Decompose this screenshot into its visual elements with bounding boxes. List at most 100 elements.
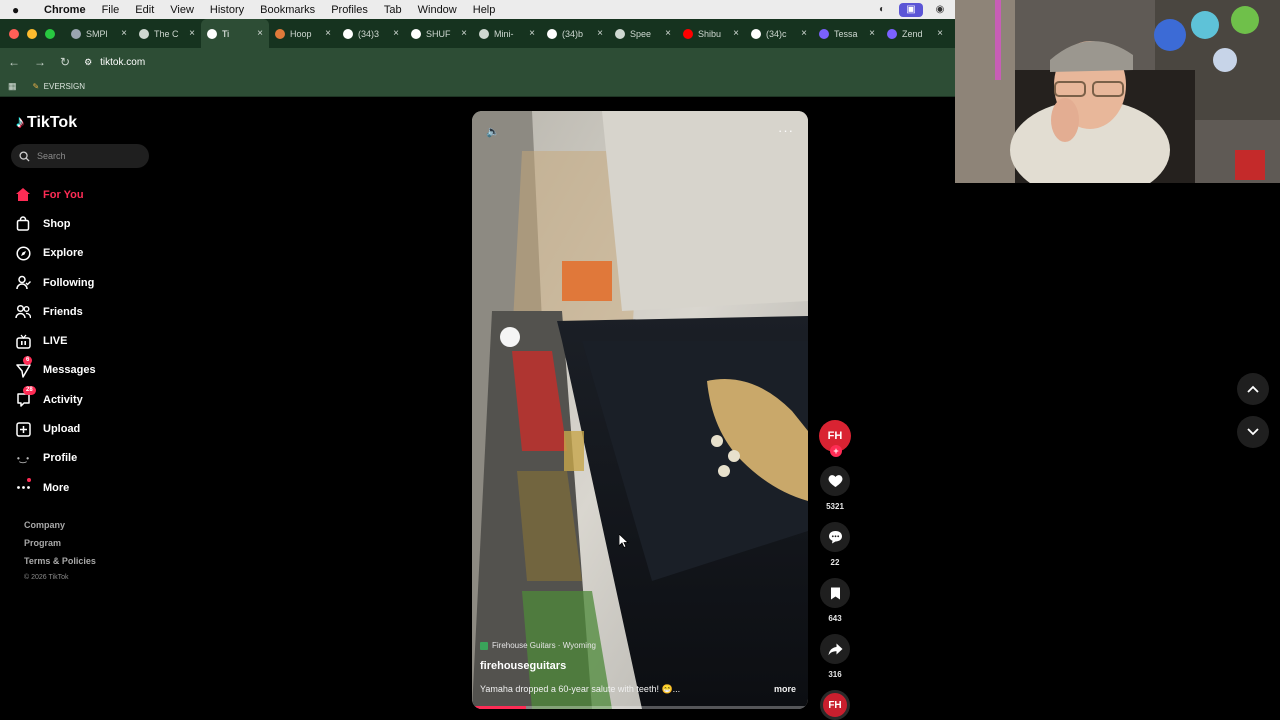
browser-tab[interactable]: Tessa × — [813, 19, 881, 48]
browser-tab[interactable]: Mini- × — [473, 19, 541, 48]
caption-more-button[interactable]: more — [774, 684, 800, 695]
menu-help[interactable]: Help — [465, 4, 504, 16]
browser-tab[interactable]: Zend × — [881, 19, 949, 48]
back-arrow-icon[interactable]: ← — [8, 55, 20, 69]
video-options-icon[interactable]: ··· — [778, 123, 794, 138]
next-video-button[interactable] — [1237, 416, 1269, 448]
tab-close-icon[interactable]: × — [257, 28, 263, 39]
browser-tab[interactable]: The C × — [133, 19, 201, 48]
search-box[interactable] — [11, 144, 149, 168]
nav-upload[interactable]: Upload — [15, 414, 96, 443]
address-url[interactable]: tiktok.com — [100, 57, 145, 68]
heart-icon[interactable] — [820, 466, 850, 496]
menu-edit[interactable]: Edit — [127, 4, 162, 16]
nav-profile[interactable]: •‿• Profile — [15, 444, 96, 473]
menu-tab[interactable]: Tab — [376, 4, 410, 16]
save-action[interactable]: 643 — [818, 578, 852, 624]
share-arrow-icon[interactable] — [820, 634, 850, 664]
mute-speaker-icon[interactable]: 🔈 — [486, 125, 500, 138]
tab-favicon-icon — [275, 28, 285, 39]
status-theme-icon[interactable]: ◐ — [875, 4, 889, 16]
footer-company-link[interactable]: Company — [24, 520, 96, 538]
people-icon — [15, 304, 31, 320]
like-action[interactable]: 5321 — [818, 466, 852, 512]
reload-icon[interactable]: ↻ — [60, 55, 70, 69]
apps-grid-icon[interactable]: ▦ — [8, 81, 17, 92]
nav-explore[interactable]: Explore — [15, 239, 96, 268]
minimize-window-button[interactable] — [27, 28, 37, 39]
browser-tab[interactable]: Spee × — [609, 19, 677, 48]
share-action[interactable]: 316 — [818, 634, 852, 680]
tab-close-icon[interactable]: × — [325, 28, 331, 39]
tab-close-icon[interactable]: × — [529, 28, 535, 39]
location-tag[interactable]: Firehouse Guitars · Wyoming — [480, 641, 800, 650]
forward-arrow-icon[interactable]: → — [34, 55, 46, 69]
chevron-down-icon — [1247, 428, 1259, 436]
nav-shop[interactable]: Shop — [15, 209, 96, 238]
nav-more[interactable]: More — [15, 473, 96, 502]
menu-app-name[interactable]: Chrome — [36, 4, 94, 16]
nav-label: LIVE — [43, 335, 68, 348]
music-disc-icon[interactable]: FH — [820, 690, 850, 720]
nav-for-you[interactable]: For You — [15, 180, 96, 209]
tab-close-icon[interactable]: × — [937, 28, 943, 39]
video-progress-bar[interactable] — [472, 706, 808, 709]
browser-tab[interactable]: Hoop × — [269, 19, 337, 48]
browser-tab[interactable]: (34)c × — [745, 19, 813, 48]
footer-program-link[interactable]: Program — [24, 538, 96, 556]
comment-action[interactable]: 22 — [818, 522, 852, 568]
tab-close-icon[interactable]: × — [189, 28, 195, 39]
tab-close-icon[interactable]: × — [597, 28, 603, 39]
bookmark-eversign[interactable]: ✎ EVERSIGN — [33, 82, 86, 91]
tab-close-icon[interactable]: × — [801, 28, 807, 39]
tab-close-icon[interactable]: × — [461, 28, 467, 39]
tab-close-icon[interactable]: × — [869, 28, 875, 39]
menu-file[interactable]: File — [94, 4, 128, 16]
browser-tab[interactable]: SHUF × — [405, 19, 473, 48]
address-bar[interactable]: ⚙ tiktok.com — [84, 57, 145, 68]
pen-icon: ✎ — [32, 81, 40, 91]
previous-video-button[interactable] — [1237, 373, 1269, 405]
browser-tab[interactable]: (34)3 × — [337, 19, 405, 48]
tiktok-wordmark: TikTok — [27, 114, 78, 131]
menu-view[interactable]: View — [162, 4, 202, 16]
video-progress-fill — [472, 706, 526, 709]
tab-favicon-icon — [547, 28, 557, 39]
bookmark-icon[interactable] — [820, 578, 850, 608]
nav-activity[interactable]: 28 Activity — [15, 385, 96, 414]
browser-tab[interactable]: (34)b × — [541, 19, 609, 48]
apple-icon[interactable]: ● — [12, 3, 36, 17]
video-author[interactable]: firehouseguitars — [480, 660, 800, 672]
nav-live[interactable]: LIVE — [15, 326, 96, 355]
status-camera-icon[interactable]: ◉ — [933, 4, 947, 16]
zoom-window-button[interactable] — [45, 28, 55, 39]
creator-avatar[interactable]: FH + — [819, 420, 851, 457]
tab-close-icon[interactable]: × — [121, 28, 127, 39]
tab-close-icon[interactable]: × — [665, 28, 671, 39]
tiktok-logo[interactable]: ♪ TikTok — [16, 114, 77, 132]
tab-close-icon[interactable]: × — [393, 28, 399, 39]
status-screen-icon[interactable]: ▣ — [899, 2, 923, 17]
browser-tab[interactable]: Ti × — [201, 19, 269, 48]
nav-following[interactable]: Following — [15, 268, 96, 297]
bookmark-label: EVERSIGN — [43, 81, 86, 91]
follow-plus-icon[interactable]: + — [830, 445, 842, 457]
search-input[interactable] — [37, 151, 137, 161]
menu-bookmarks[interactable]: Bookmarks — [252, 4, 323, 16]
video-player[interactable]: 🔈 ··· Firehouse Guitars · Wyoming fireho… — [472, 111, 808, 709]
tab-title: Spee — [630, 28, 652, 39]
tab-close-icon[interactable]: × — [733, 28, 739, 39]
browser-tab[interactable]: SMPl × — [65, 19, 133, 48]
browser-tab[interactable]: Shibu × — [677, 19, 745, 48]
comment-bubble-icon[interactable] — [820, 522, 850, 552]
menu-profiles[interactable]: Profiles — [323, 4, 376, 16]
site-info-icon[interactable]: ⚙ — [84, 57, 92, 68]
avatar-initials: FH — [827, 430, 843, 442]
menu-history[interactable]: History — [202, 4, 252, 16]
disc-initials: FH — [828, 699, 842, 711]
close-window-button[interactable] — [9, 28, 19, 39]
menu-window[interactable]: Window — [410, 4, 465, 16]
footer-terms-link[interactable]: Terms & Policies — [24, 556, 96, 574]
nav-friends[interactable]: Friends — [15, 297, 96, 326]
nav-messages[interactable]: 6 Messages — [15, 356, 96, 385]
